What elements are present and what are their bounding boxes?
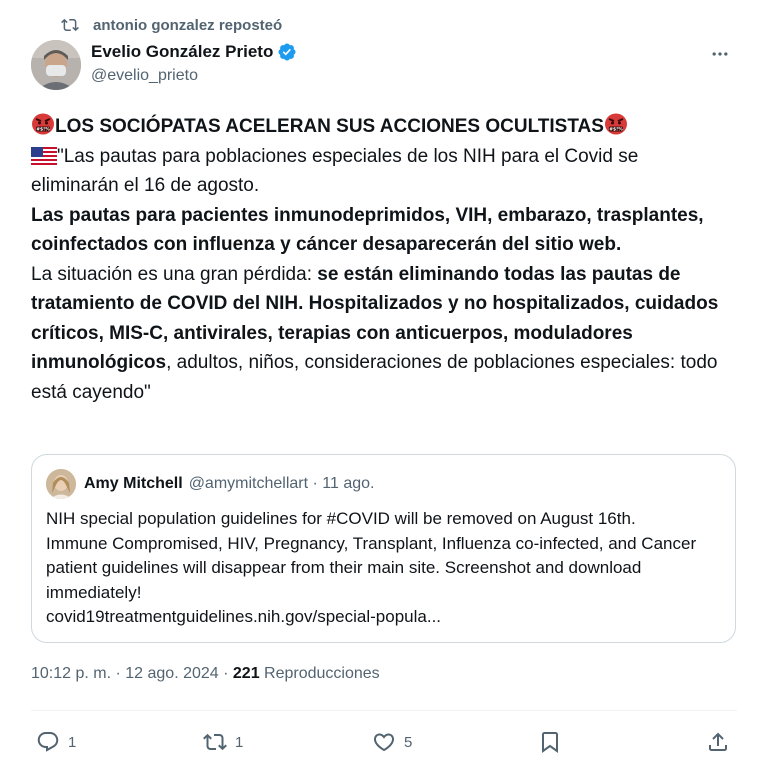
repost-button[interactable]: 1 [203, 726, 243, 758]
angry-face-icon: #$!% [604, 113, 627, 135]
us-flag-icon [31, 146, 57, 165]
share-icon [709, 732, 727, 751]
quoted-line-1: NIH special population guidelines for #C… [46, 509, 636, 528]
tweet-headline: LOS SOCIÓPATAS ACELERAN SUS ACCIONES OCU… [55, 116, 604, 137]
quoted-author-name[interactable]: Amy Mitchell [84, 475, 183, 493]
bookmark-icon [542, 732, 558, 753]
bookmark-button[interactable] [538, 726, 570, 758]
repost-indicator[interactable]: antonio gonzalez reposteó [61, 13, 282, 37]
more-button[interactable] [705, 42, 735, 66]
verified-badge-icon [278, 43, 296, 61]
repost-count: 1 [235, 733, 244, 751]
repost-label: antonio gonzalez reposteó [93, 16, 283, 34]
tweet-text: #$!% LOS SOCIÓPATAS ACELERAN SUS ACCIONES… [31, 112, 731, 407]
tweet-header: Evelio González Prieto @evelio_prieto [31, 40, 741, 96]
action-bar: 1 1 5 [0, 726, 758, 758]
avatar[interactable] [31, 40, 81, 90]
like-icon [373, 733, 395, 752]
angry-face-icon: #$!% [32, 113, 54, 135]
views-label: Reproducciones [259, 665, 380, 682]
reply-count: 1 [68, 733, 77, 751]
quoted-author-meta: @amymitchellart · 11 ago. [188, 475, 375, 492]
author-handle[interactable]: @evelio_prieto [91, 67, 198, 85]
like-button[interactable]: 5 [372, 726, 412, 758]
svg-text:#$!%: #$!% [609, 127, 623, 133]
share-button[interactable] [706, 726, 738, 758]
tweet-headline-line: #$!% LOS SOCIÓPATAS ACELERAN SUS ACCIONES… [31, 112, 731, 142]
tweet-paragraph-3: La situación es una gran pérdida: se est… [31, 263, 719, 403]
reply-button[interactable]: 1 [36, 726, 76, 758]
quoted-tweet[interactable]: Amy Mitchell @amymitchellart · 11 ago. N… [31, 454, 736, 643]
quoted-tweet-header: Amy Mitchell @amymitchellart · 11 ago. [46, 469, 374, 499]
like-count: 5 [404, 733, 413, 751]
tweet-meta: 10:12 p. m. · 12 ago. 2024 · 221 Reprodu… [31, 665, 380, 683]
quoted-link[interactable]: covid19treatmentguidelines.nih.gov/speci… [46, 605, 721, 630]
svg-text:#$!%: #$!% [36, 127, 50, 133]
repost-icon [61, 18, 79, 32]
reply-icon [37, 732, 59, 752]
tweet-paragraph-2: Las pautas para pacientes inmunodeprimid… [31, 204, 704, 256]
repost-icon [203, 733, 227, 751]
divider [31, 710, 737, 711]
quoted-line-2: Immune Compromised, HIV, Pregnancy, Tran… [46, 533, 697, 602]
views-count: 221 [232, 665, 260, 682]
timestamp[interactable]: 10:12 p. m. · 12 ago. 2024 · [31, 665, 233, 682]
quoted-tweet-text: NIH special population guidelines for #C… [46, 507, 721, 630]
tweet-paragraph-1: "Las pautas para poblaciones especiales … [31, 145, 639, 196]
quoted-avatar[interactable] [46, 469, 76, 499]
more-icon [712, 52, 728, 56]
author-name[interactable]: Evelio González Prieto [91, 42, 273, 62]
author-name-row[interactable]: Evelio González Prieto [91, 42, 297, 62]
